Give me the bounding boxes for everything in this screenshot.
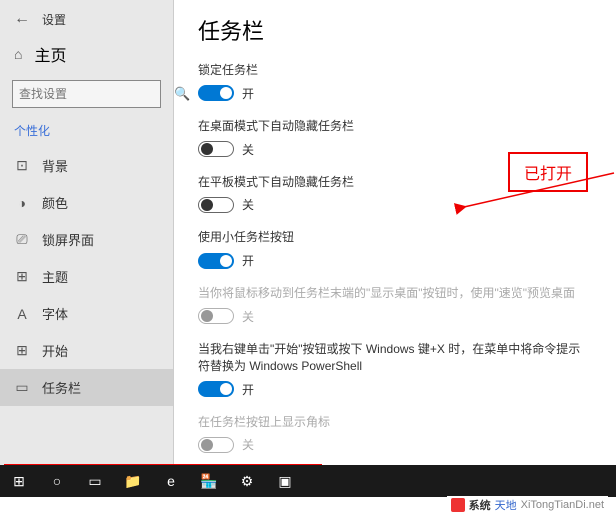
home-icon: ⌂ <box>14 46 22 62</box>
sidebar-item-start[interactable]: ⊞ 开始 <box>0 332 173 369</box>
annotation-callout: 已打开 <box>508 152 588 192</box>
home-row[interactable]: ⌂ 主页 <box>0 34 173 74</box>
nav-list: ⊡ 背景 ◑ 颜色 ⎚ 锁屏界面 ⊞ 主题 A 字体 ⊞ 开始 ▭ 任务栏 <box>0 147 173 497</box>
taskbar-taskview-icon[interactable]: ▭ <box>76 465 114 497</box>
header: ← 设置 <box>0 0 173 34</box>
taskbar-app-icon[interactable]: 🏪 <box>190 465 228 497</box>
toggle-powershell[interactable] <box>198 381 234 397</box>
sidebar-item-taskbar[interactable]: ▭ 任务栏 <box>0 369 173 406</box>
toggle-state: 开 <box>242 85 254 102</box>
start-button[interactable]: ⊞ <box>0 465 38 497</box>
taskbar-app-icon[interactable]: ⚙ <box>228 465 266 497</box>
toggle-state: 开 <box>242 381 254 398</box>
setting-label: 锁定任务栏 <box>198 62 592 79</box>
toggle-lock-taskbar[interactable] <box>198 85 234 101</box>
setting-label: 使用小任务栏按钮 <box>198 229 592 246</box>
sidebar-item-background[interactable]: ⊡ 背景 <box>0 147 173 184</box>
nav-label: 背景 <box>42 156 68 175</box>
taskbar-app-icon[interactable]: e <box>152 465 190 497</box>
toggle-small-buttons[interactable] <box>198 253 234 269</box>
home-label: 主页 <box>34 42 66 66</box>
toggle-badges <box>198 437 234 453</box>
setting-label: 当我右键单击"开始"按钮或按下 Windows 键+X 时，在菜单中将命令提示符… <box>198 341 592 375</box>
taskbar-cortana-icon[interactable]: ○ <box>38 465 76 497</box>
back-icon[interactable]: ← <box>14 10 30 28</box>
taskbar: ⊞ ○ ▭ 📁 e 🏪 ⚙ ▣ <box>0 465 616 497</box>
settings-label: 设置 <box>42 11 66 28</box>
toggle-peek <box>198 308 234 324</box>
setting-badges: 在任务栏按钮上显示角标 关 <box>198 414 592 454</box>
taskbar-app-icon[interactable]: ▣ <box>266 465 304 497</box>
toggle-state: 关 <box>242 196 254 213</box>
category-label: 个性化 <box>0 118 173 147</box>
search-box[interactable]: 🔍 <box>12 80 161 108</box>
nav-label: 主题 <box>42 267 68 286</box>
setting-label: 在桌面模式下自动隐藏任务栏 <box>198 118 592 135</box>
setting-label: 在任务栏按钮上显示角标 <box>198 414 592 431</box>
nav-label: 开始 <box>42 341 68 360</box>
sidebar-item-lockscreen[interactable]: ⎚ 锁屏界面 <box>0 221 173 258</box>
toggle-state: 关 <box>242 141 254 158</box>
toggle-state: 关 <box>242 308 254 325</box>
setting-label: 当你将鼠标移动到任务栏末端的"显示桌面"按钮时，使用"速览"预览桌面 <box>198 285 592 302</box>
taskbar-app-icon[interactable]: 📁 <box>114 465 152 497</box>
setting-peek: 当你将鼠标移动到任务栏末端的"显示桌面"按钮时，使用"速览"预览桌面 关 <box>198 285 592 325</box>
nav-label: 任务栏 <box>42 378 81 397</box>
nav-label: 字体 <box>42 304 68 323</box>
sidebar-item-fonts[interactable]: A 字体 <box>0 295 173 332</box>
page-title: 任务栏 <box>198 14 592 46</box>
settings-window: ← 设置 ⌂ 主页 🔍 个性化 ⊡ 背景 ◑ 颜色 ⎚ 锁屏界面 ⊞ 主题 A 字体 ⊞ 开… <box>0 0 616 497</box>
nav-label: 锁屏界面 <box>42 230 94 249</box>
sidebar-item-colors[interactable]: ◑ 颜色 <box>0 184 173 221</box>
watermark-icon <box>451 498 465 512</box>
start-icon: ⊞ <box>14 342 30 359</box>
fonts-icon: A <box>14 306 30 322</box>
lockscreen-icon: ⎚ <box>14 231 30 248</box>
setting-lock-taskbar: 锁定任务栏 开 <box>198 62 592 102</box>
colors-icon: ◑ <box>14 195 30 211</box>
toggle-state: 关 <box>242 436 254 453</box>
sidebar-item-themes[interactable]: ⊞ 主题 <box>0 258 173 295</box>
search-input[interactable] <box>19 87 174 101</box>
background-icon: ⊡ <box>14 157 30 174</box>
toggle-autohide-desktop[interactable] <box>198 141 234 157</box>
setting-powershell: 当我右键单击"开始"按钮或按下 Windows 键+X 时，在菜单中将命令提示符… <box>198 341 592 398</box>
watermark-domain: XiTongTianDi.net <box>521 499 604 511</box>
watermark: 系统 天地 XiTongTianDi.net <box>447 496 608 514</box>
sidebar: ← 设置 ⌂ 主页 🔍 个性化 ⊡ 背景 ◑ 颜色 ⎚ 锁屏界面 ⊞ 主题 A 字体 ⊞ 开… <box>0 0 174 497</box>
toggle-autohide-tablet[interactable] <box>198 197 234 213</box>
content-area: 任务栏 锁定任务栏 开 在桌面模式下自动隐藏任务栏 关 在平板模式下自动隐藏任务… <box>174 0 616 497</box>
toggle-state: 开 <box>242 252 254 269</box>
setting-small-buttons: 使用小任务栏按钮 开 <box>198 229 592 269</box>
themes-icon: ⊞ <box>14 268 30 285</box>
watermark-text: 天地 <box>495 497 517 513</box>
taskbar-icon: ▭ <box>14 379 30 396</box>
nav-label: 颜色 <box>42 193 68 212</box>
watermark-prefix: 系统 <box>469 497 491 513</box>
